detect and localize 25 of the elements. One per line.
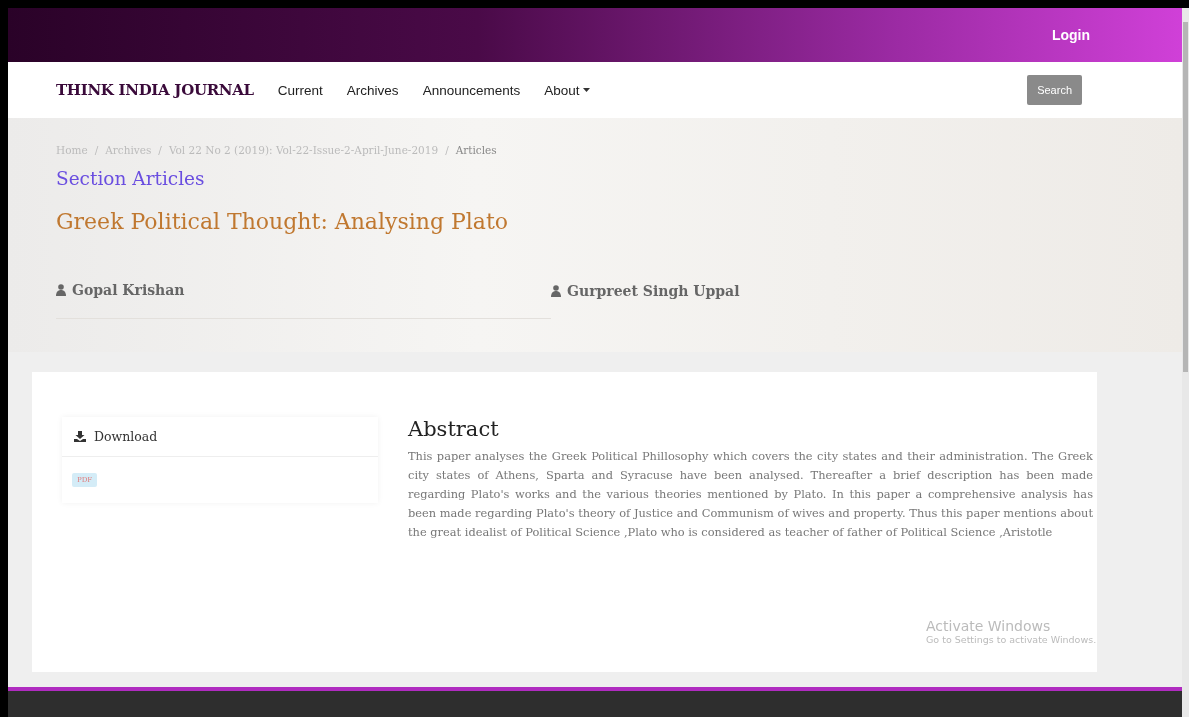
section-heading: Section Articles <box>56 168 206 189</box>
nav-link[interactable]: Current <box>277 82 323 98</box>
breadcrumb-separator: / <box>445 144 449 156</box>
search-button[interactable]: Search <box>1027 75 1082 105</box>
nav-link[interactable]: Archives <box>346 82 399 98</box>
author-name: Gurpreet Singh Uppal <box>567 282 740 299</box>
breadcrumb-separator: / <box>94 144 99 156</box>
article-title: Greek Political Thought: Analysing Plato <box>56 209 510 234</box>
author-name: Gopal Krishan <box>72 282 185 298</box>
download-heading: Download <box>94 429 158 444</box>
activation-notice-text: Go to Settings to activate Windows. <box>926 634 1097 645</box>
user-icon <box>551 284 561 297</box>
abstract-heading: Abstract <box>408 417 500 441</box>
breadcrumb-current: Articles <box>455 144 497 156</box>
nav-link[interactable]: Announcements <box>422 82 521 98</box>
activation-notice-title: Activate Windows <box>926 618 1052 634</box>
user-icon <box>56 284 66 296</box>
scrollbar-thumb[interactable] <box>1183 22 1188 372</box>
caret-icon <box>583 88 591 92</box>
nav-dropdown[interactable]: About <box>544 82 591 98</box>
abstract-text: This paper analyses the Greek Political Phillosophy which covers the city states and their administration. The Greek city states of Athens, Sparta and Syracuse have been analysed. Thereafter a brief description has been made regarding Plato's works and the various theories mentioned by Plato. In this paper a comprehensive analysis has been made regarding Plato's theory of Justice and Communism of wives and property. Thus this paper mentions about the great idealist of Political Science ,Plato who is considered as teacher of father of Political Science ,Aristotle <box>408 448 1093 541</box>
breadcrumb-separator: / <box>158 144 162 156</box>
download-icon <box>74 431 86 442</box>
login-link[interactable]: Login <box>1051 27 1090 43</box>
journal-title[interactable]: THINK INDIA JOURNAL <box>56 81 254 99</box>
